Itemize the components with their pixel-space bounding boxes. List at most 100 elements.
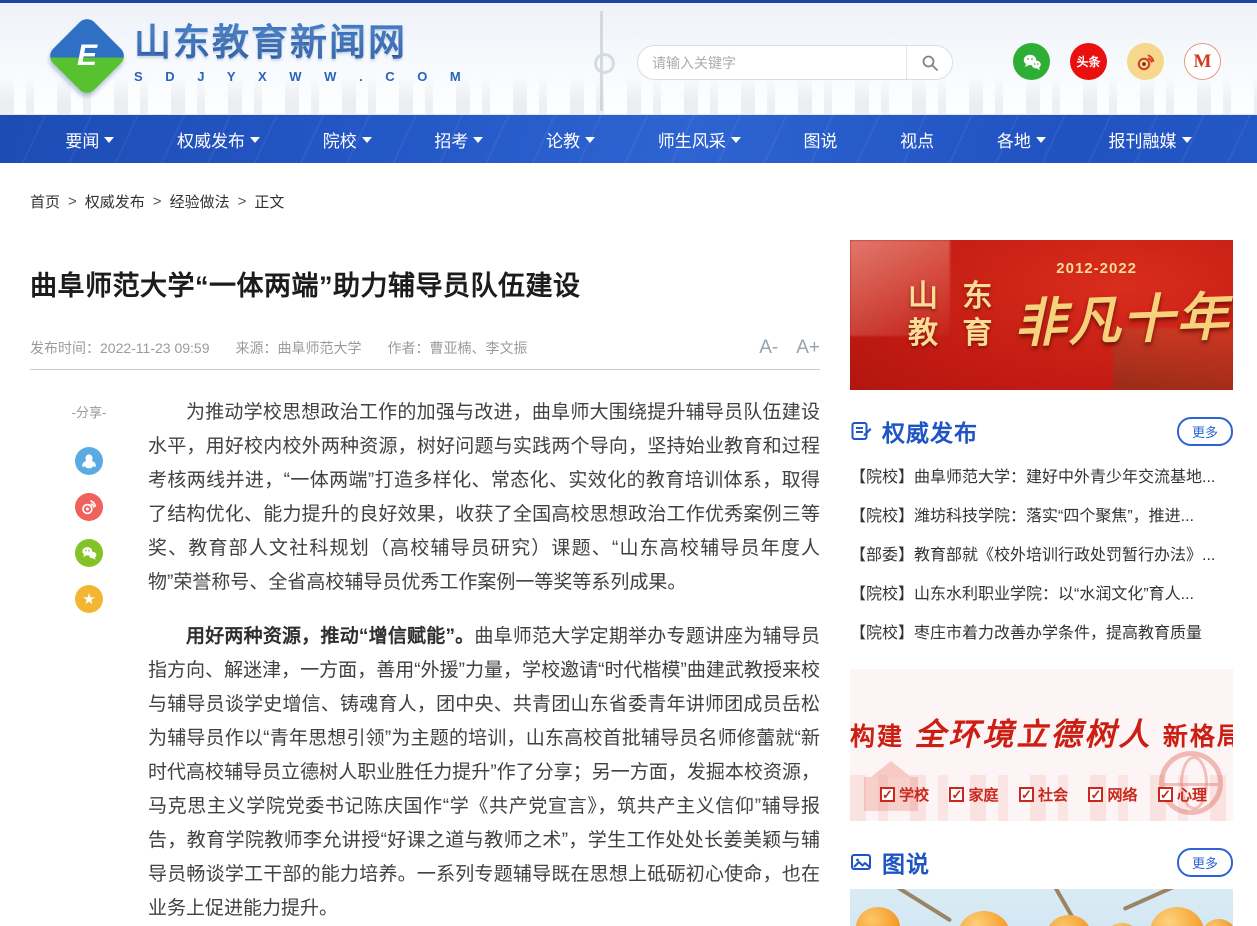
share-qq-button[interactable] [75,447,103,475]
nav-item-shishengfengcai[interactable]: 师生风采 [658,127,741,152]
share-weibo-button[interactable] [75,493,103,521]
list-item[interactable]: 【院校】山东水利职业学院：以“水润文化”育人... [850,575,1233,614]
chevron-down-icon [1036,137,1046,143]
nav-item-quanweifabu[interactable]: 权威发布 [177,127,260,152]
list-item[interactable]: 【院校】潍坊科技学院：落实“四个聚焦”，推进... [850,497,1233,536]
checkbox-icon: ✓ [1019,787,1034,802]
list-item[interactable]: 【院校】曲阜师范大学：建好中外青少年交流基地... [850,458,1233,497]
site-app-glyph: M [1194,51,1212,73]
persimmon [958,911,1010,926]
article-text: 为推动学校思想政治工作的加强与改进，曲阜师大围绕提升辅导员队伍建设水平，用好校内… [148,396,820,926]
nav-item-zhaokao[interactable]: 招考 [434,127,483,152]
list-item[interactable]: 【部委】教育部就《校外培训行政处罚暂行办法》... [850,536,1233,575]
font-smaller-button[interactable]: A- [759,337,778,359]
nav-item-shidian[interactable]: 视点 [900,127,934,152]
environment-banner-tags: ✓学校 ✓家庭 ✓社会 ✓网络 ✓心理 [850,784,1233,805]
search-input[interactable] [638,46,906,79]
social-links: 头条 M [1013,43,1221,80]
weibo-eye-icon [1134,50,1158,74]
main-navigation: 要闻 权威发布 院校 招考 论教 师生风采 图说 视点 各地 报刊融媒 [0,115,1257,163]
weibo-icon [79,497,99,517]
wechat-icon[interactable] [1013,43,1050,80]
article-source: 来源：曲阜师范大学 [236,338,362,358]
wechat-icon [79,543,99,563]
nav-item-yuanxiao[interactable]: 院校 [323,127,372,152]
share-rail: -分享- [30,396,148,926]
weibo-icon[interactable] [1127,43,1164,80]
paragraph-2-lead: 用好两种资源，推动“增信赋能”。 [186,626,474,647]
site-logo[interactable]: E 山东教育新闻网 S D J Y X W W . C O M [58,21,470,85]
decade-banner-slogan: 非凡十年 [1013,274,1232,356]
publish-time: 发布时间：2022-11-23 09:59 [30,338,210,358]
globe-decoration [1159,751,1223,815]
toutiao-icon[interactable]: 头条 [1070,43,1107,80]
share-qzone-button[interactable]: ★ [75,585,103,613]
tushuo-photo-persimmons[interactable] [850,889,1233,926]
nav-item-yaowen[interactable]: 要闻 [65,127,114,152]
nav-item-baokanrongmei[interactable]: 报刊融媒 [1109,127,1192,152]
authoritative-title: 权威发布 [882,414,978,448]
chevron-down-icon [585,137,595,143]
nav-item-tushuo[interactable]: 图说 [803,127,837,152]
breadcrumb-home[interactable]: 首页 [30,191,60,212]
site-domain: S D J Y X W W . C O M [134,69,470,84]
environment-banner-title: 构建 全环境立德树人 新格局 [850,709,1233,754]
chevron-down-icon [731,137,741,143]
font-size-controls: A- A+ [759,337,820,359]
tag-psychology: ✓心理 [1158,784,1207,805]
article-meta: 发布时间：2022-11-23 09:59 来源：曲阜师范大学 作者：曹亚楠、李… [30,337,820,370]
authoritative-list: 【院校】曲阜师范大学：建好中外青少年交流基地... 【院校】潍坊科技学院：落实“… [850,458,1233,653]
share-label: -分享- [72,402,107,421]
breadcrumb-jingyanzuofa[interactable]: 经验做法 [170,191,230,212]
persimmon [1046,915,1092,926]
qq-icon [79,451,99,471]
breadcrumb-current: 正文 [254,191,284,212]
paragraph-1: 为推动学校思想政治工作的加强与改进，曲阜师大围绕提升辅导员队伍建设水平，用好校内… [148,396,820,600]
tv-tower-decoration [600,11,603,111]
environment-banner[interactable]: 构建 全环境立德树人 新格局 ✓学校 ✓家庭 ✓社会 ✓网络 ✓心理 [850,669,1233,821]
nav-item-gedi[interactable]: 各地 [997,127,1046,152]
checkbox-icon: ✓ [949,787,964,802]
persimmon [1202,919,1233,926]
star-icon: ★ [82,590,95,608]
document-icon [850,420,872,442]
search-button[interactable] [906,46,952,79]
tag-school: ✓学校 [880,784,929,805]
tag-family: ✓家庭 [949,784,998,805]
breadcrumb-quanweifabu[interactable]: 权威发布 [85,191,145,212]
decade-banner-title: 山 东 教 育 [908,278,1000,353]
tushuo-more-button[interactable]: 更多 [1177,848,1233,877]
authoritative-more-button[interactable]: 更多 [1177,417,1233,446]
search-icon [921,54,939,72]
wechat-bubbles-icon [1020,50,1044,74]
article-column: 曲阜师范大学“一体两端”助力辅导员队伍建设 发布时间：2022-11-23 09… [30,240,820,926]
tushuo-section-header: 图说 更多 [850,845,1233,879]
checkbox-icon: ✓ [880,787,895,802]
chevron-down-icon [1182,137,1192,143]
chevron-down-icon [104,137,114,143]
site-title: 山东教育新闻网 [134,22,470,65]
image-icon [850,851,872,873]
checkbox-icon: ✓ [1158,787,1173,802]
share-wechat-button[interactable] [75,539,103,567]
chevron-down-icon [250,137,260,143]
article-author: 作者：曹亚楠、李文振 [388,338,528,358]
breadcrumb: 首页 > 权威发布 > 经验做法 > 正文 [30,191,1257,212]
paragraph-2: 用好两种资源，推动“增信赋能”。曲阜师范大学定期举办专题讲座为辅导员指方向、解迷… [148,620,820,926]
chevron-down-icon [362,137,372,143]
chevron-down-icon [473,137,483,143]
persimmon [856,907,900,926]
tushuo-title: 图说 [882,845,930,879]
font-larger-button[interactable]: A+ [796,337,820,359]
site-header: E 山东教育新闻网 S D J Y X W W . C O M [0,3,1257,115]
authoritative-section-header: 权威发布 更多 [850,414,1233,448]
list-item[interactable]: 【院校】枣庄市着力改善办学条件，提高教育质量 [850,614,1233,653]
sidebar: 2012-2022 山 东 教 育 非凡十年 权威发布 更多 【院校】曲阜师范大… [850,240,1233,926]
decade-banner[interactable]: 2012-2022 山 东 教 育 非凡十年 [850,240,1233,390]
search-box [637,45,953,80]
nav-item-lunjiao[interactable]: 论教 [546,127,595,152]
tag-network: ✓网络 [1088,784,1137,805]
article-title: 曲阜师范大学“一体两端”助力辅导员队伍建设 [30,264,820,303]
tag-society: ✓社会 [1019,784,1068,805]
site-app-icon[interactable]: M [1184,43,1221,80]
